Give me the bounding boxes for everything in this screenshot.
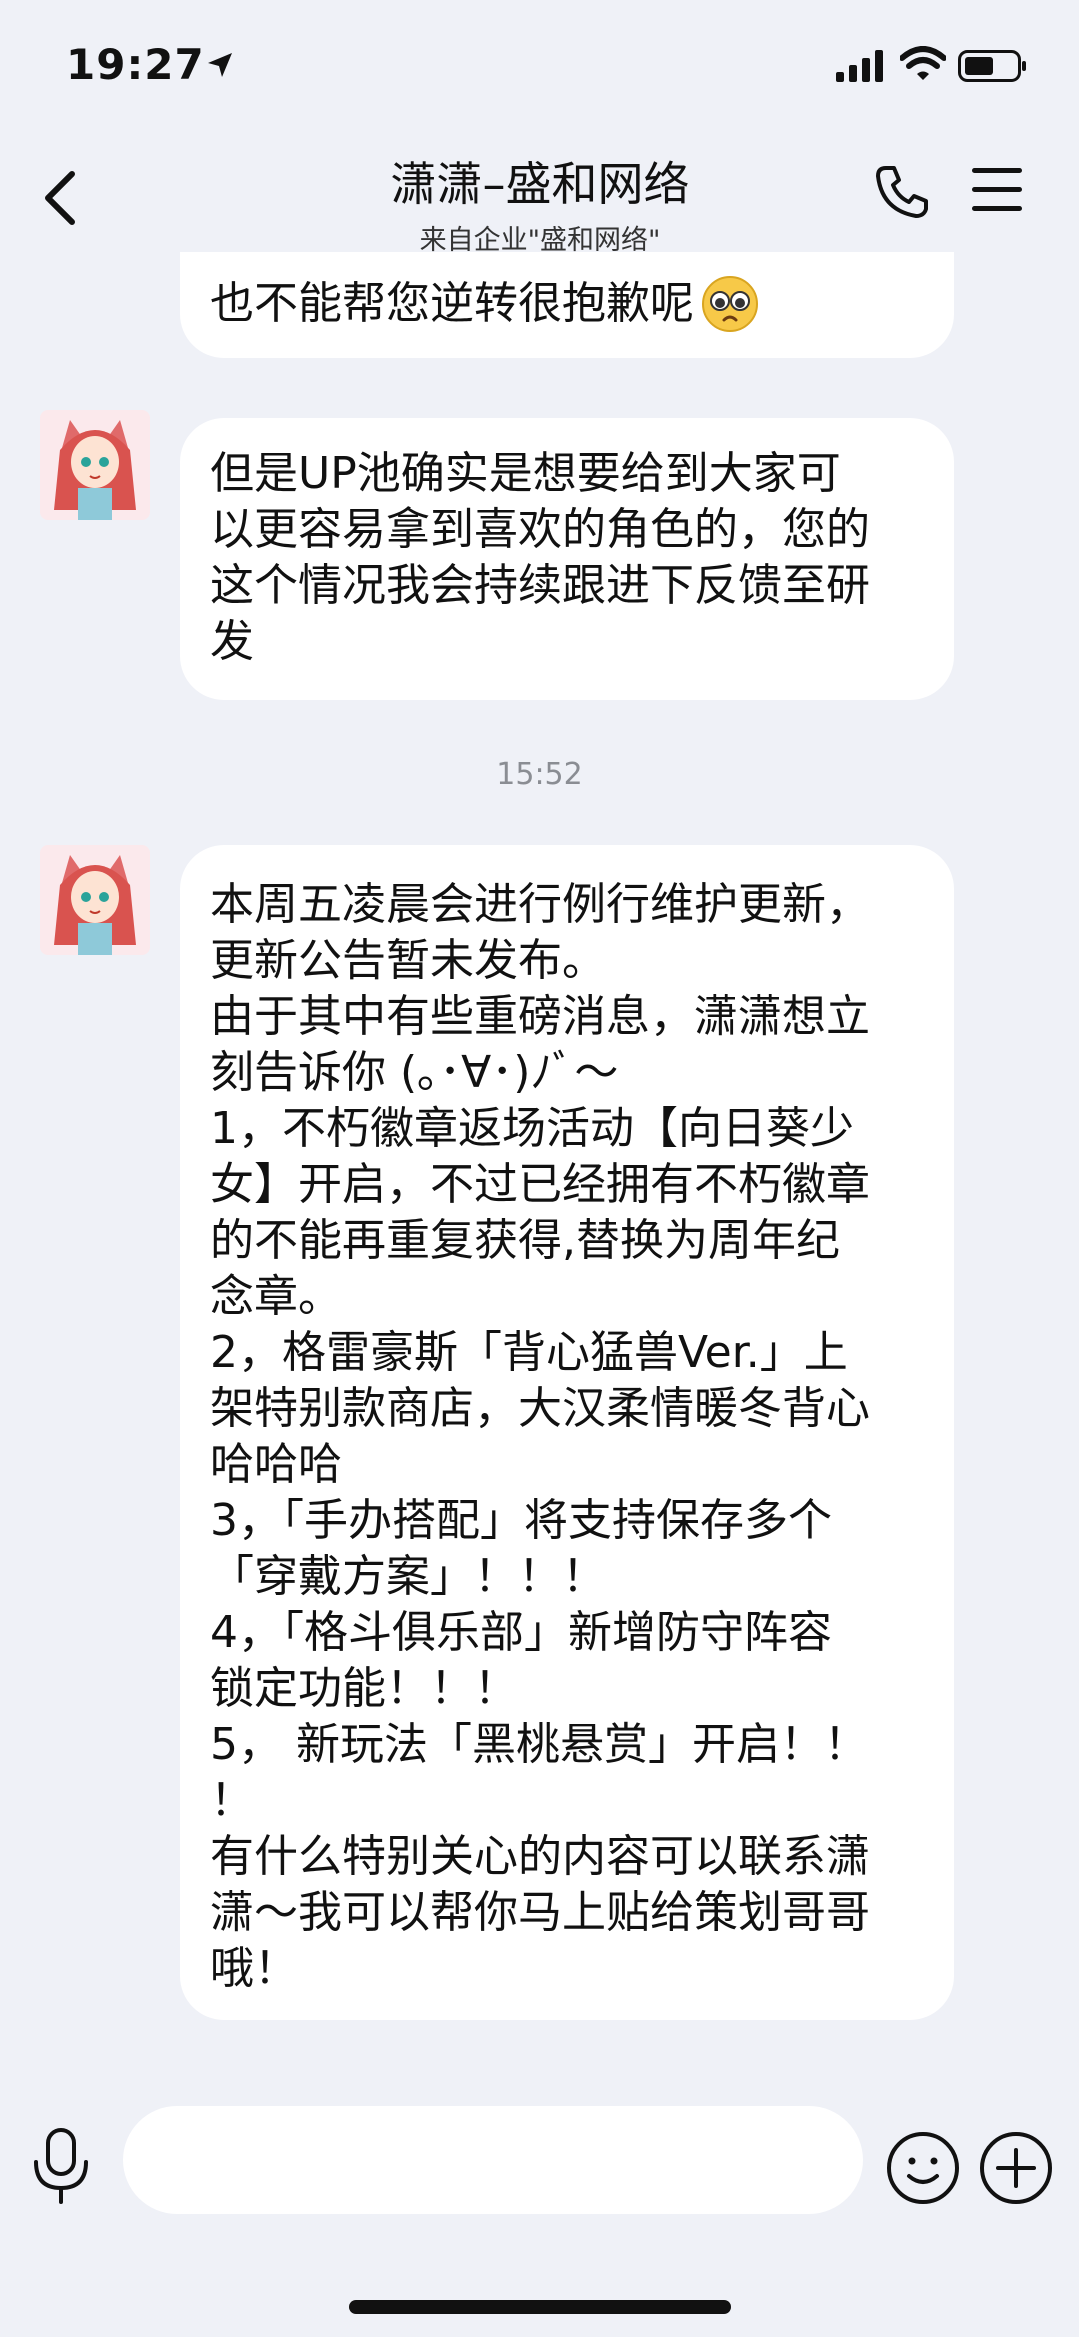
message-text: 也不能帮您逆转很抱歉呢	[210, 278, 694, 329]
message-bubble: 也不能帮您逆转很抱歉呢	[180, 252, 954, 358]
message-line: 哦！	[210, 1943, 298, 1994]
message-line: 这个情况我会持续跟进下反馈至研	[210, 560, 870, 611]
chat-title-block: 潇潇–盛和网络 来自企业"盛和网络"	[240, 148, 840, 257]
message-line: ！	[210, 1775, 254, 1826]
message-line: 3，「手办搭配」将支持保存多个	[210, 1495, 832, 1546]
message-bubble: 但是UP池确实是想要给到大家可 以更容易拿到喜欢的角色的，您的 这个情况我会持续…	[180, 418, 954, 700]
message-line: 本周五凌晨会进行例行维护更新，	[210, 879, 870, 930]
microphone-icon[interactable]	[28, 2126, 94, 2206]
avatar[interactable]	[40, 410, 150, 520]
status-bar: 19:27	[0, 0, 1079, 130]
home-indicator[interactable]	[349, 2300, 731, 2314]
back-chevron-icon[interactable]	[40, 168, 80, 228]
phone-call-icon[interactable]	[874, 164, 930, 220]
input-bar	[0, 2090, 1079, 2260]
message-line: 念章。	[210, 1271, 342, 1322]
message-input[interactable]	[123, 2106, 863, 2214]
message-line: 的不能再重复获得,替换为周年纪	[210, 1215, 840, 1266]
message-line: 架特别款商店，大汉柔情暖冬背心	[210, 1383, 870, 1434]
chat-title: 潇潇–盛和网络	[390, 157, 690, 211]
message-line: 但是UP池确实是想要给到大家可	[210, 448, 841, 499]
menu-icon[interactable]	[970, 166, 1024, 214]
avatar[interactable]	[40, 845, 150, 955]
cellular-signal-icon	[836, 50, 883, 82]
message-line: 2，格雷豪斯「背心猛兽Ver.」上	[210, 1327, 848, 1378]
status-time: 19:27	[66, 40, 205, 89]
message-timestamp: 15:52	[496, 757, 583, 792]
message-line: 刻告诉你 (｡･∀･)ﾉﾞ～	[210, 1047, 619, 1098]
wifi-icon	[900, 46, 946, 80]
location-arrow-icon	[208, 53, 232, 77]
message-line: 女】开启，不过已经拥有不朽徽章	[210, 1159, 870, 1210]
emoji-icon[interactable]	[885, 2130, 961, 2206]
message-line: 以更容易拿到喜欢的角色的，您的	[210, 504, 870, 555]
message-line: 有什么特别关心的内容可以联系潇	[210, 1831, 870, 1882]
message-line: 更新公告暂未发布。	[210, 935, 606, 986]
message-line: 4，「格斗俱乐部」新增防守阵容	[210, 1607, 832, 1658]
message-line: 5， 新玩法「黑桃悬赏」开启！！	[210, 1719, 868, 1770]
battery-icon	[958, 50, 1026, 82]
message-line: 哈哈哈	[210, 1439, 342, 1490]
message-line: 发	[210, 616, 254, 667]
chat-header: 潇潇–盛和网络 来自企业"盛和网络"	[0, 130, 1079, 256]
message-line: 锁定功能！！！	[210, 1663, 518, 1714]
pleading-face-icon	[702, 276, 758, 332]
message-line: 1，不朽徽章返场活动【向日葵少	[210, 1103, 854, 1154]
message-line: 潇～我可以帮你马上贴给策划哥哥	[210, 1887, 870, 1938]
message-line: 由于其中有些重磅消息，潇潇想立	[210, 991, 870, 1042]
message-bubble: 本周五凌晨会进行例行维护更新， 更新公告暂未发布。 由于其中有些重磅消息，潇潇想…	[180, 845, 954, 2020]
plus-icon[interactable]	[978, 2130, 1054, 2206]
message-line: 「穿戴方案」！！！	[210, 1551, 606, 1602]
